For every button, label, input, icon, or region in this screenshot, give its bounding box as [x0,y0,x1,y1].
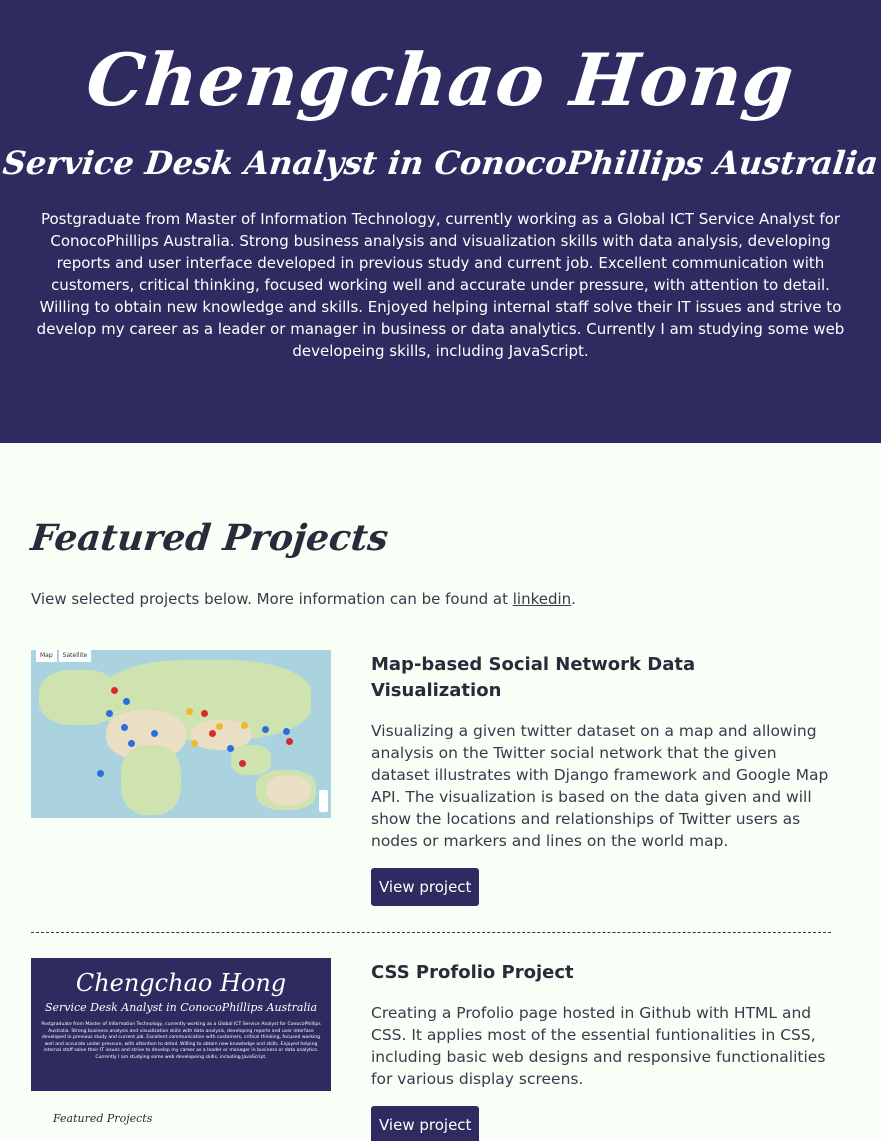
thumbnail-hero: Chengchao Hong Service Desk Analyst in C… [31,958,331,1091]
map-tab[interactable]: Map [36,650,57,662]
map-marker [239,760,246,767]
project-title: CSS Profolio Project [371,962,574,983]
project-card-portfolio: Chengchao Hong Service Desk Analyst in C… [31,958,831,1141]
map-marker [186,708,193,715]
project-title: Map-based Social Network Data Visualizat… [371,654,696,701]
project-description: Visualizing a given twitter dataset on a… [371,722,829,850]
hero-name: Chengchao Hong [82,37,799,122]
project-body: CSS Profolio Project Creating a Profolio… [371,958,831,1141]
map-marker [209,730,216,737]
map-marker [241,722,248,729]
project-thumbnail-portfolio[interactable]: Chengchao Hong Service Desk Analyst in C… [31,958,331,1126]
intro-text: View selected projects below. More infor… [31,590,513,608]
map-marker [227,745,234,752]
map-marker [191,740,198,747]
map-marker [151,730,158,737]
hero-header: Chengchao Hong Service Desk Analyst in C… [0,0,881,443]
map-marker [128,740,135,747]
project-thumbnail-map[interactable]: Map Satellite [31,650,331,818]
map-marker [262,726,269,733]
view-project-button[interactable]: View project [371,868,480,906]
thumbnail-about: Postgraduate from Master of Information … [41,1022,321,1060]
map-marker [286,738,293,745]
intro-suffix: . [571,590,576,608]
thumbnail-name: Chengchao Hong [75,969,287,997]
project-card-map: Map Satellite Map-based Social Network Da… [31,650,831,906]
featured-projects-section: Featured Projects View selected projects… [0,443,881,1141]
map-zoom-control[interactable] [319,790,328,812]
linkedin-link[interactable]: linkedin [513,590,571,608]
map-type-bar: Map Satellite [31,650,331,662]
map-marker [97,770,104,777]
map-marker [123,698,130,705]
section-title: Featured Projects [28,517,391,559]
satellite-tab[interactable]: Satellite [58,650,92,662]
project-description: Creating a Profolio page hosted in Githu… [371,1004,826,1088]
map-marker [216,723,223,730]
thumbnail-role: Service Desk Analyst in ConocoPhillips A… [44,1001,318,1014]
featured-intro: View selected projects below. More infor… [31,588,831,610]
map-marker [111,687,118,694]
map-marker [121,724,128,731]
thumbnail-featured-title: Featured Projects [53,1112,153,1125]
map-marker [106,710,113,717]
hero-role: Service Desk Analyst in ConocoPhillips A… [1,144,880,182]
view-project-button[interactable]: View project [371,1106,480,1141]
project-divider [31,932,831,933]
map-marker [283,728,290,735]
map-marker [201,710,208,717]
about-paragraph: Postgraduate from Master of Information … [36,210,845,360]
project-body: Map-based Social Network Data Visualizat… [371,650,831,906]
